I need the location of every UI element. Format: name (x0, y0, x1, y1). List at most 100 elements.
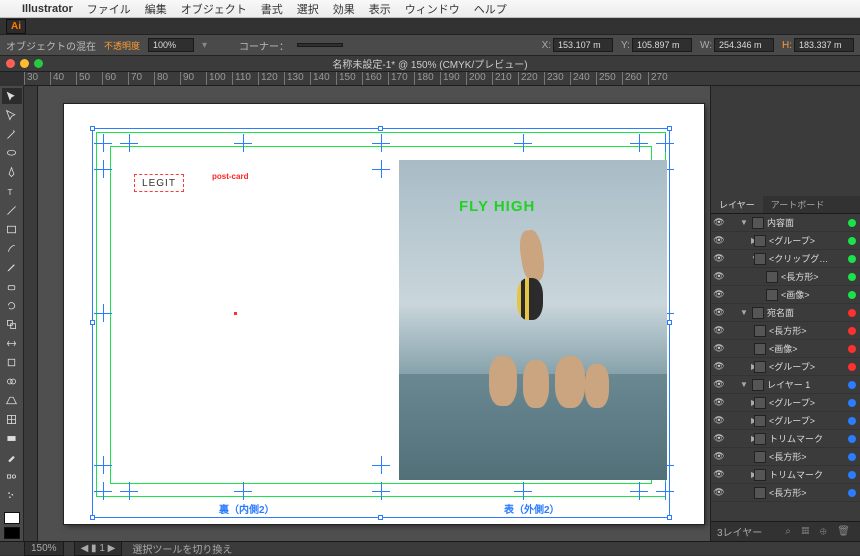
w-input[interactable]: 254.346 m (714, 38, 774, 52)
menu-edit[interactable]: 編集 (145, 1, 167, 17)
artboard-nav[interactable]: ◀ ▮ 1 ▶ (74, 541, 123, 556)
menu-view[interactable]: 表示 (369, 1, 391, 17)
menu-object[interactable]: オブジェクト (181, 1, 247, 17)
ruler-horizontal[interactable]: 3040506070809010011012013014015016017018… (24, 72, 860, 86)
layer-row[interactable]: 👁<長方形> (711, 448, 860, 466)
blend-tool[interactable] (2, 468, 22, 484)
visibility-icon[interactable]: 👁 (711, 271, 727, 282)
trim-mark (94, 482, 112, 500)
mesh-tool[interactable] (2, 411, 22, 427)
pen-tool[interactable] (2, 164, 22, 180)
traffic-lights[interactable] (6, 59, 43, 68)
app-chrome: Ai (0, 18, 860, 34)
ruler-vertical[interactable] (24, 86, 38, 541)
visibility-icon[interactable]: 👁 (711, 325, 727, 336)
zoom-level[interactable]: 150% (24, 541, 64, 556)
width-tool[interactable] (2, 335, 22, 351)
visibility-icon[interactable]: 👁 (711, 307, 727, 318)
rotate-tool[interactable] (2, 297, 22, 313)
perspective-grid-tool[interactable] (2, 392, 22, 408)
trim-mark (372, 482, 390, 500)
symbol-sprayer-tool[interactable] (2, 487, 22, 503)
color-swatches[interactable] (4, 512, 20, 539)
visibility-icon[interactable]: 👁 (711, 451, 727, 462)
trim-mark (120, 134, 138, 152)
trim-mark (234, 482, 252, 500)
gradient-tool[interactable] (2, 430, 22, 446)
visibility-icon[interactable]: 👁 (711, 253, 727, 264)
layer-row[interactable]: 👁▶トリムマーク (711, 466, 860, 484)
visibility-icon[interactable]: 👁 (711, 487, 727, 498)
layer-row[interactable]: 👁▼内容面 (711, 214, 860, 232)
h-input[interactable]: 183.337 m (794, 38, 854, 52)
menu-file[interactable]: ファイル (87, 1, 131, 17)
layer-row[interactable]: 👁<画像> (711, 340, 860, 358)
visibility-icon[interactable]: 👁 (711, 415, 727, 426)
trim-mark (372, 160, 390, 178)
logo-box[interactable]: LEGIT (134, 174, 184, 192)
menu-app[interactable]: Illustrator (22, 3, 73, 15)
menu-select[interactable]: 選択 (297, 1, 319, 17)
type-tool[interactable]: T (2, 183, 22, 199)
corner-input[interactable] (297, 43, 343, 47)
opacity-input[interactable]: 100% (148, 38, 194, 52)
options-bar: オブジェクトの混在 不透明度 100% ▾ コーナー： X:153.107 m … (0, 34, 860, 56)
selection-tool[interactable] (2, 88, 22, 104)
toolbox: T (0, 86, 24, 541)
fly-high-title: FLY HIGH (459, 198, 535, 215)
trim-mark (656, 134, 674, 152)
paintbrush-tool[interactable] (2, 240, 22, 256)
pencil-tool[interactable] (2, 259, 22, 275)
rectangle-tool[interactable] (2, 221, 22, 237)
visibility-icon[interactable]: 👁 (711, 379, 727, 390)
trim-mark (630, 134, 648, 152)
lasso-tool[interactable] (2, 145, 22, 161)
free-transform-tool[interactable] (2, 354, 22, 370)
visibility-icon[interactable]: 👁 (711, 217, 727, 228)
shape-builder-tool[interactable] (2, 373, 22, 389)
eraser-tool[interactable] (2, 278, 22, 294)
layer-row[interactable]: 👁▼レイヤー 1 (711, 376, 860, 394)
visibility-icon[interactable]: 👁 (711, 361, 727, 372)
canvas[interactable]: LEGIT post-card FLY HIGH 裏（内側2） 表（外側2） (24, 86, 710, 541)
layer-row[interactable]: 👁▶<グループ> (711, 358, 860, 376)
menu-help[interactable]: ヘルプ (474, 1, 507, 17)
visibility-icon[interactable]: 👁 (711, 289, 727, 300)
layer-row[interactable]: 👁<長方形> (711, 268, 860, 286)
menu-type[interactable]: 書式 (261, 1, 283, 17)
menu-effect[interactable]: 効果 (333, 1, 355, 17)
y-input[interactable]: 105.897 m (632, 38, 692, 52)
tab-artboards[interactable]: アートボード (763, 196, 832, 213)
visibility-icon[interactable]: 👁 (711, 469, 727, 480)
document-title: 名称未設定-1* @ 150% (CMYK/プレビュー) (332, 56, 527, 71)
layer-row[interactable]: 👁▶トリムマーク (711, 430, 860, 448)
layer-row[interactable]: 👁▶<グループ> (711, 394, 860, 412)
layer-row[interactable]: 👁▼宛名面 (711, 304, 860, 322)
menu-window[interactable]: ウィンドウ (405, 1, 460, 17)
trim-mark (120, 482, 138, 500)
tab-layers[interactable]: レイヤー (711, 196, 763, 213)
photo-image[interactable]: FLY HIGH (399, 160, 667, 480)
layer-row[interactable]: 👁▶<グループ> (711, 232, 860, 250)
svg-text:T: T (7, 187, 12, 196)
direct-selection-tool[interactable] (2, 107, 22, 123)
document-titlebar: 名称未設定-1* @ 150% (CMYK/プレビュー) (0, 56, 860, 72)
panel-footer-icons[interactable]: ⌕ ▦ ⊕ 🗑 (785, 526, 854, 537)
caption-right: 表（外側2） (504, 501, 560, 516)
visibility-icon[interactable]: 👁 (711, 433, 727, 444)
scale-tool[interactable] (2, 316, 22, 332)
visibility-icon[interactable]: 👁 (711, 397, 727, 408)
line-tool[interactable] (2, 202, 22, 218)
x-input[interactable]: 153.107 m (553, 38, 613, 52)
visibility-icon[interactable]: 👁 (711, 235, 727, 246)
layer-list[interactable]: 👁▼内容面👁▶<グループ>👁▼<クリップグ…👁<長方形>👁<画像>👁▼宛名面👁<… (711, 214, 860, 521)
magic-wand-tool[interactable] (2, 126, 22, 142)
trim-mark (514, 482, 532, 500)
layer-row[interactable]: 👁<画像> (711, 286, 860, 304)
layer-row[interactable]: 👁▼<クリップグ… (711, 250, 860, 268)
layer-row[interactable]: 👁<長方形> (711, 322, 860, 340)
visibility-icon[interactable]: 👁 (711, 343, 727, 354)
layer-row[interactable]: 👁▶<グループ> (711, 412, 860, 430)
layer-row[interactable]: 👁<長方形> (711, 484, 860, 502)
eyedropper-tool[interactable] (2, 449, 22, 465)
